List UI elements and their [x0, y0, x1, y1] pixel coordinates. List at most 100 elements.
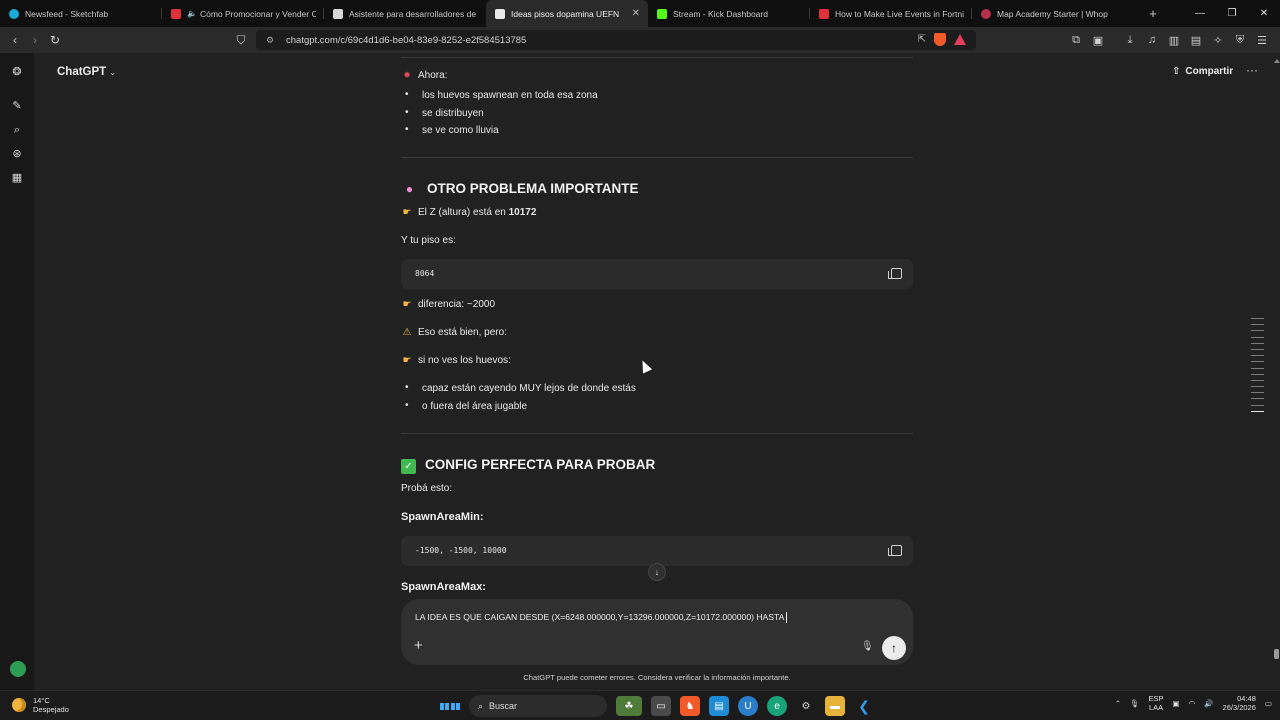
- temperature-label: 14°C: [33, 696, 50, 705]
- task-view-icon[interactable]: ▭: [651, 696, 671, 716]
- taskbar-apps: ⌕ Buscar ☘ ▭ ♞ ▤ U e ⚙ ▬ ❮: [440, 695, 874, 717]
- weather-widget[interactable]: 14°C Despejado: [12, 696, 69, 714]
- gpts-icon[interactable]: ⊛: [10, 147, 24, 161]
- download-icon[interactable]: ⤓: [1120, 34, 1140, 47]
- code-block: -1500, -1500, 10000: [401, 536, 913, 566]
- check-icon: ✓: [401, 459, 416, 474]
- page-scrollbar[interactable]: [1273, 53, 1280, 690]
- z-line: ☛ El Z (altura) está en 10172: [402, 207, 537, 218]
- section-heading: ● OTRO PROBLEMA IMPORTANTE: [401, 181, 639, 196]
- library-icon[interactable]: ▦: [10, 171, 24, 185]
- browser-tab[interactable]: How to Make Live Events in Fortnite: [810, 0, 972, 27]
- scroll-down-button[interactable]: ↓: [648, 563, 666, 581]
- vpn-icon[interactable]: ⛨: [1230, 34, 1250, 47]
- browser-extensions: ⧉ ▣ ⤓ ♫ ▥ ▤ ✧ ⛨ ☰: [1066, 27, 1272, 53]
- openai-logo-icon[interactable]: ❂: [10, 65, 24, 79]
- browser-tab[interactable]: Map Academy Starter | Whop: [972, 0, 1134, 27]
- browser-tab[interactable]: Newsfeed - Sketchfab: [0, 0, 162, 27]
- browser-tab[interactable]: Stream - Kick Dashboard: [648, 0, 810, 27]
- section-heading: ✓ CONFIG PERFECTA PARA PROBAR: [401, 457, 655, 474]
- unreal-icon[interactable]: U: [738, 696, 758, 716]
- microphone-icon[interactable]: 🎙: [861, 641, 874, 652]
- speaker-icon: 🔈: [187, 9, 197, 18]
- message-composer[interactable]: LA IDEA ES QUE CAIGAN DESDE (X=6248.0000…: [401, 599, 913, 665]
- volume-icon[interactable]: 🔊: [1204, 699, 1213, 708]
- widgets-icon[interactable]: ☘: [616, 696, 642, 716]
- copy-icon[interactable]: [888, 268, 902, 279]
- close-tab-icon[interactable]: ✕: [632, 8, 640, 19]
- brave-browser-icon[interactable]: ♞: [680, 696, 700, 716]
- menu-icon[interactable]: ☰: [1252, 34, 1272, 47]
- max-label: SpawnAreaMax:: [401, 581, 486, 593]
- code-text: 8064: [415, 269, 435, 278]
- bookmark-icon[interactable]: ⛉: [231, 33, 251, 48]
- wifi-icon[interactable]: ◠: [1189, 699, 1196, 708]
- search-icon[interactable]: ⌕: [10, 123, 24, 137]
- back-icon[interactable]: ‹: [5, 33, 25, 47]
- address-bar[interactable]: ⚙ chatgpt.com/c/69c4d1d6-be04-83e9-8252-…: [256, 30, 976, 50]
- more-options-icon[interactable]: ···: [1246, 63, 1258, 77]
- share-page-icon[interactable]: ⇱: [918, 34, 926, 45]
- search-icon: ⌕: [478, 700, 484, 711]
- conversation-minimap[interactable]: [1251, 318, 1264, 418]
- chevron-up-icon[interactable]: ⌃: [1115, 699, 1121, 708]
- pointing-hand-icon: ☛: [402, 355, 412, 366]
- reload-icon[interactable]: ↻: [45, 33, 65, 47]
- tab-title: How to Make Live Events in Fortnite: [835, 8, 964, 19]
- attach-plus-icon[interactable]: +: [414, 637, 423, 654]
- send-button[interactable]: ↑: [882, 636, 906, 660]
- sidebar-icon[interactable]: ▥: [1164, 34, 1184, 47]
- composer-input[interactable]: LA IDEA ES QUE CAIGAN DESDE (X=6248.0000…: [415, 612, 788, 624]
- brave-shields-icon[interactable]: [934, 33, 946, 46]
- language-indicator[interactable]: ESP LAA: [1149, 694, 1164, 712]
- scrollbar-thumb[interactable]: [1274, 649, 1279, 659]
- wallet-panel-icon[interactable]: ▤: [1186, 34, 1206, 47]
- chevron-down-icon: ⌄: [109, 68, 116, 77]
- leo-ai-icon[interactable]: ✧: [1208, 34, 1228, 47]
- pointing-hand-icon: ☛: [402, 207, 412, 218]
- browser-tab[interactable]: 🔈 Cómo Promocionar y Vender Cu: [162, 0, 324, 27]
- windows-taskbar: 14°C Despejado ⌕ Buscar ☘ ▭ ♞ ▤ U e ⚙ ▬ …: [0, 690, 1280, 720]
- browser-tab-strip: Newsfeed - Sketchfab 🔈 Cómo Promocionar …: [0, 0, 1280, 27]
- forward-icon[interactable]: ›: [25, 33, 45, 47]
- warning-icon: ⚠: [402, 327, 412, 338]
- minimize-icon[interactable]: —: [1184, 0, 1216, 27]
- app-blue-icon[interactable]: ▤: [709, 696, 729, 716]
- browser-tab-active[interactable]: Ideas pisos dopamina UEFN ✕: [486, 0, 648, 27]
- min-label: SpawnAreaMin:: [401, 511, 484, 523]
- difference-line: ☛ diferencia: ~2000: [402, 299, 496, 310]
- edge-icon[interactable]: e: [767, 696, 787, 716]
- clock[interactable]: 04:48 26/3/2026: [1223, 694, 1256, 712]
- brain-icon: ●: [405, 182, 414, 196]
- brand-label: ChatGPT: [57, 66, 107, 78]
- youtube-favicon-icon: [819, 8, 829, 19]
- list-item: los huevos spawnean en toda esa zona: [405, 89, 598, 101]
- vscode-icon[interactable]: ❮: [854, 696, 874, 716]
- microphone-tray-icon[interactable]: 🎙: [1130, 699, 1140, 708]
- taskbar-search[interactable]: ⌕ Buscar: [469, 695, 607, 717]
- file-explorer-icon[interactable]: ▬: [825, 696, 845, 716]
- close-window-icon[interactable]: ✕: [1248, 0, 1280, 27]
- model-selector[interactable]: ChatGPT ⌄: [57, 66, 116, 78]
- extensions-icon[interactable]: ⧉: [1066, 34, 1086, 47]
- media-icon[interactable]: ♫: [1142, 34, 1162, 46]
- z-value: 10172: [508, 207, 537, 218]
- start-icon[interactable]: [440, 696, 460, 716]
- site-settings-icon[interactable]: ⚙: [266, 35, 278, 46]
- youtube-favicon-icon: [171, 8, 181, 19]
- chatgpt-sidebar-rail: ❂ ✎ ⌕ ⊛ ▦: [0, 53, 34, 690]
- new-tab-button[interactable]: +: [1140, 6, 1166, 21]
- brave-rewards-icon[interactable]: [954, 34, 966, 45]
- settings-gear-icon[interactable]: ⚙: [796, 696, 816, 716]
- time-label: 04:48: [1237, 694, 1256, 703]
- share-button[interactable]: ⇧ Compartir: [1172, 66, 1233, 77]
- network-icon[interactable]: ▣: [1173, 699, 1180, 708]
- copy-icon[interactable]: [888, 545, 902, 556]
- new-chat-icon[interactable]: ✎: [10, 99, 24, 113]
- restore-icon[interactable]: ❐: [1216, 0, 1248, 27]
- wallet-icon[interactable]: ▣: [1088, 34, 1108, 47]
- pin-icon: ✸: [403, 70, 411, 80]
- browser-tab[interactable]: Asistente para desarrolladores de Ep: [324, 0, 486, 27]
- notifications-icon[interactable]: ▭: [1265, 699, 1272, 708]
- list-item: se distribuyen: [405, 107, 484, 119]
